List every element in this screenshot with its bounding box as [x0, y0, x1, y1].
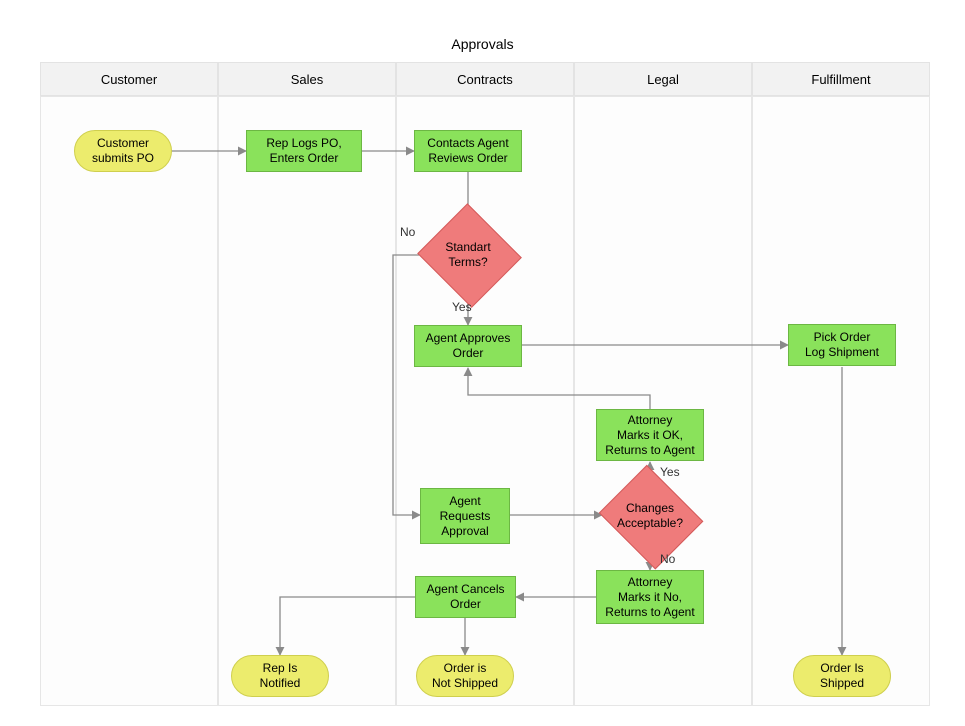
- node-attorney-marks-no: AttorneyMarks it No,Returns to Agent: [596, 570, 704, 624]
- node-customer-submits-po: Customersubmits PO: [74, 130, 172, 172]
- node-pick-order-log-shipment: Pick OrderLog Shipment: [788, 324, 896, 366]
- node-agent-requests-approval: AgentRequestsApproval: [420, 488, 510, 544]
- node-label: AgentRequestsApproval: [440, 494, 491, 539]
- node-label: AttorneyMarks it No,Returns to Agent: [605, 575, 694, 620]
- node-label: Customersubmits PO: [92, 136, 154, 166]
- diagram-stage: Approvals Customer Sales Contracts Legal…: [0, 0, 965, 726]
- node-order-not-shipped: Order isNot Shipped: [416, 655, 514, 697]
- node-rep-is-notified: Rep IsNotified: [231, 655, 329, 697]
- lane-body-sales: [218, 96, 396, 706]
- edge-label-standard-terms-no: No: [400, 225, 415, 239]
- lane-header-label: Customer: [101, 72, 157, 87]
- lane-header-contracts: Contracts: [396, 62, 574, 96]
- node-standard-terms-decision: Standart Terms?: [416, 207, 520, 303]
- lane-header-fulfillment: Fulfillment: [752, 62, 930, 96]
- node-label: Rep IsNotified: [260, 661, 301, 691]
- node-label: Order IsShipped: [820, 661, 864, 691]
- node-rep-logs-po: Rep Logs PO,Enters Order: [246, 130, 362, 172]
- lane-header-legal: Legal: [574, 62, 752, 96]
- edge-label-changes-acceptable-no: No: [660, 552, 675, 566]
- node-label: AttorneyMarks it OK,Returns to Agent: [605, 413, 694, 458]
- lane-body-customer: [40, 96, 218, 706]
- node-label: Standart Terms?: [422, 240, 514, 270]
- lane-header-label: Fulfillment: [811, 72, 870, 87]
- edge-label-standard-terms-yes: Yes: [452, 300, 472, 314]
- node-label: Contacts AgentReviews Order: [427, 136, 508, 166]
- diagram-title: Approvals: [0, 36, 965, 52]
- node-label: Agent CancelsOrder: [426, 582, 504, 612]
- lane-header-label: Sales: [291, 72, 324, 87]
- lane-header-sales: Sales: [218, 62, 396, 96]
- node-label: Agent ApprovesOrder: [426, 331, 511, 361]
- node-agent-cancels-order: Agent CancelsOrder: [415, 576, 516, 618]
- node-label: Pick OrderLog Shipment: [805, 330, 879, 360]
- node-order-is-shipped: Order IsShipped: [793, 655, 891, 697]
- node-attorney-marks-ok: AttorneyMarks it OK,Returns to Agent: [596, 409, 704, 461]
- node-label: Order isNot Shipped: [432, 661, 498, 691]
- node-agent-approves-order: Agent ApprovesOrder: [414, 325, 522, 367]
- lane-header-label: Contracts: [457, 72, 513, 87]
- lane-header-customer: Customer: [40, 62, 218, 96]
- node-changes-acceptable-decision: ChangesAcceptable?: [596, 470, 704, 562]
- node-label: ChangesAcceptable?: [609, 501, 691, 531]
- edge-label-changes-acceptable-yes: Yes: [660, 465, 680, 479]
- node-label: Rep Logs PO,Enters Order: [266, 136, 341, 166]
- lane-header-label: Legal: [647, 72, 679, 87]
- node-contacts-agent-reviews: Contacts AgentReviews Order: [414, 130, 522, 172]
- lane-body-fulfillment: [752, 96, 930, 706]
